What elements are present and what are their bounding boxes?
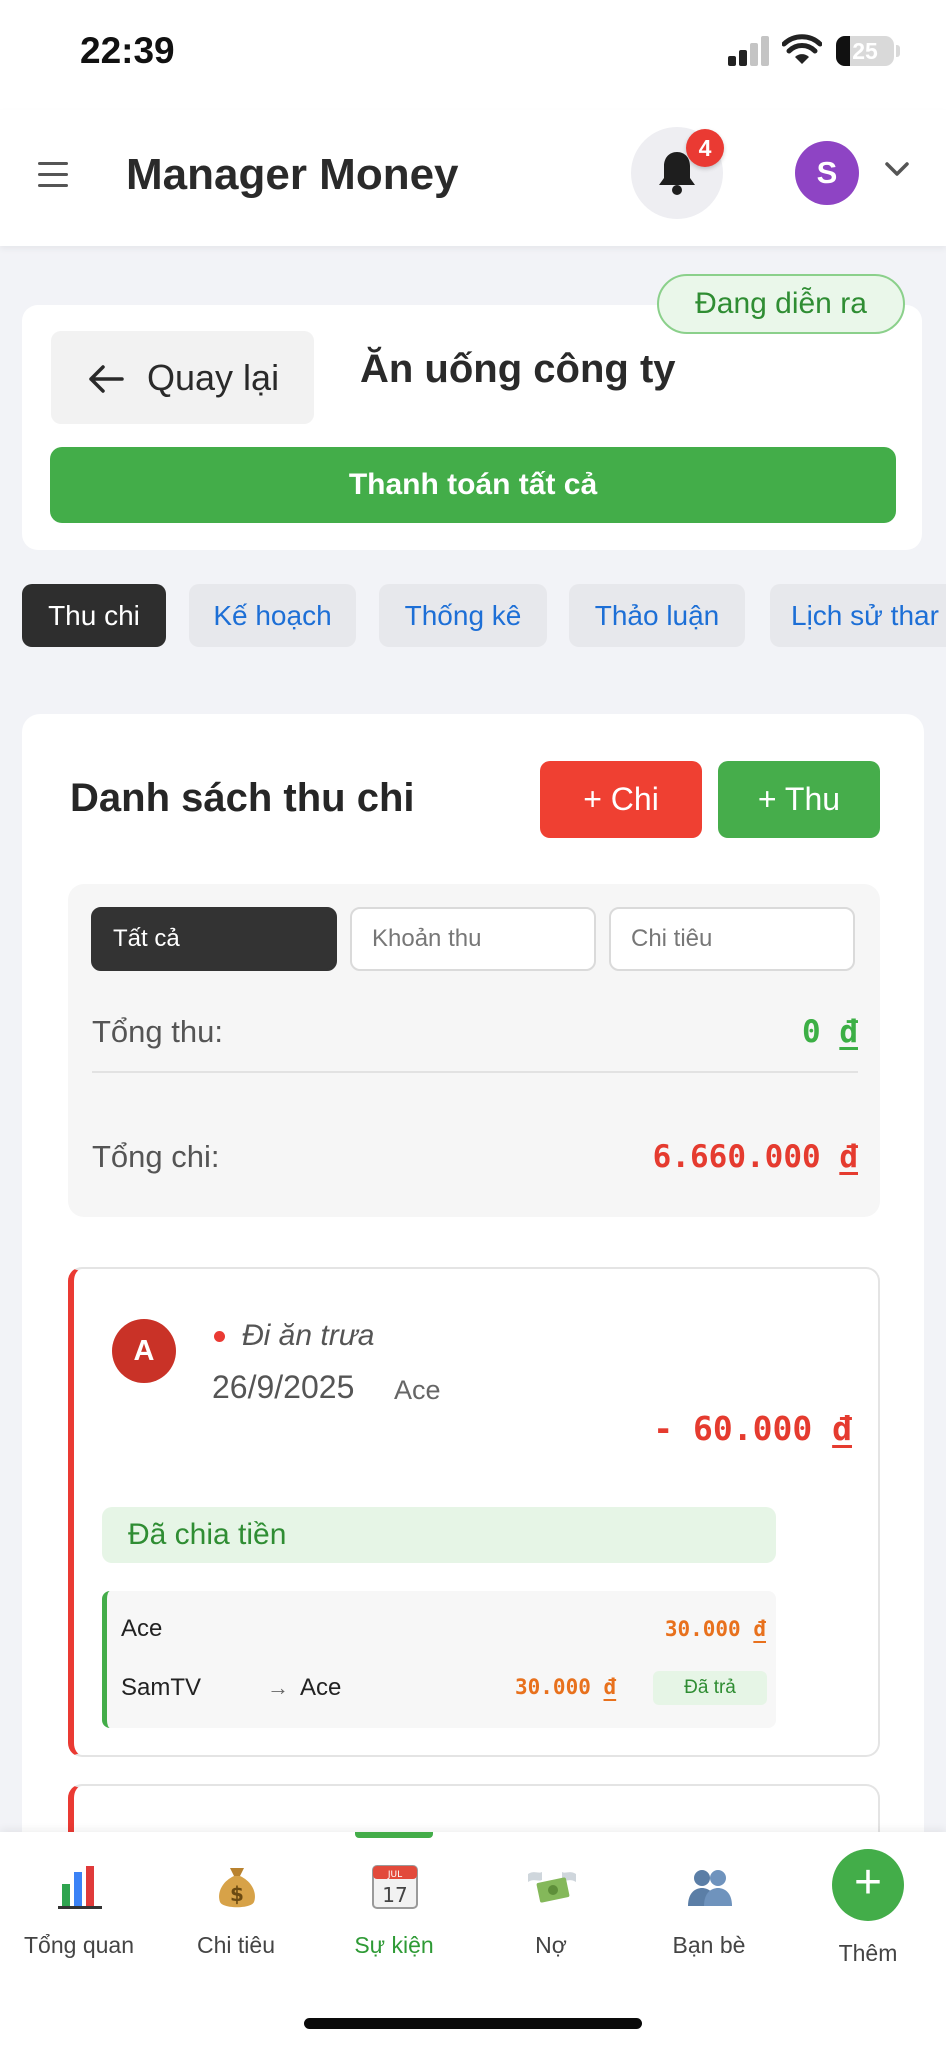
event-header-card: Quay lại Ăn uống công ty Thanh toán tất … [22,305,922,550]
nav-overview[interactable]: Tổng quan [0,1832,158,1972]
section-title: Danh sách thu chi [70,776,415,820]
tab-thao-luan[interactable]: Thảo luận [569,584,745,647]
wifi-icon [782,34,822,64]
notification-badge: 4 [686,129,724,167]
split-member-name: SamTV [121,1674,202,1701]
transaction-title: Đi ăn trưa [242,1319,375,1352]
total-expense-label: Tổng chi: [92,1139,220,1174]
transaction-amount: - 60.000 đ [653,1409,852,1448]
flying-money-icon [528,1872,576,1903]
total-expense-value: 6.660.000 đ [652,1139,858,1175]
nav-label: Chi tiêu [197,1932,275,1958]
svg-text:$: $ [230,1882,244,1906]
transaction-date: 26/9/2025 [212,1369,355,1405]
transaction-payer: Ace [394,1375,441,1405]
filter-all[interactable]: Tất cả [91,907,337,971]
payer-avatar: A [112,1319,176,1383]
arrow-left-icon [89,365,124,393]
nav-expenses[interactable]: $ Chi tiêu [157,1832,315,1972]
event-tabs: Thu chi Kế hoạch Thống kê Thảo luận Lịch… [22,584,946,647]
split-status-banner: Đã chia tiền [102,1507,776,1563]
back-button[interactable]: Quay lại [51,331,314,424]
battery-icon: 25 [836,36,894,66]
nav-friends[interactable]: Bạn bè [630,1832,788,1972]
nav-label: Bạn bè [672,1932,746,1958]
money-bag-icon: $ [219,1868,255,1908]
user-avatar[interactable]: S [795,141,859,205]
split-member-name: Ace [121,1615,163,1642]
back-label: Quay lại [147,357,280,398]
paid-badge: Đã trả [653,1671,767,1705]
divider [92,1071,858,1073]
tab-lich-su[interactable]: Lịch sử thar [770,584,946,647]
cellular-signal-icon [728,36,770,66]
nav-label: Nợ [535,1932,567,1958]
pay-all-button[interactable]: Thanh toán tất cả [50,447,896,523]
calendar-month: JUL [387,1870,402,1880]
total-income-label: Tổng thu: [92,1014,223,1049]
app-title: Manager Money [126,150,459,199]
app-header: Manager Money 4 S [0,110,946,246]
chevron-down-icon[interactable] [884,160,910,178]
arrow-right-icon: → [267,1675,289,1700]
split-member-amount: 30.000 đ [515,1675,617,1699]
calendar-icon: JUL 17 [372,1865,418,1909]
add-button[interactable]: + [832,1849,904,1921]
add-income-button[interactable]: + Thu [718,761,880,838]
tab-ke-hoach[interactable]: Kế hoạch [189,584,356,647]
bottom-navigation: Tổng quan $ Chi tiêu JUL 17 Sự kiện Nợ B… [0,1832,946,2047]
home-indicator [304,2018,642,2029]
people-icon [688,1870,732,1906]
event-title: Ăn uống công ty [360,347,676,391]
nav-label: Sự kiện [354,1932,434,1958]
event-status-badge: Đang diễn ra [657,274,905,334]
total-income-value: 0 đ [801,1014,858,1050]
add-label: Thêm [838,1940,898,1966]
bar-chart-icon [56,1862,104,1910]
filter-income[interactable]: Khoản thu [350,907,596,971]
add-expense-button[interactable]: + Chi [540,761,702,838]
filter-summary-box: Tất cả Khoản thu Chi tiêu Tổng thu: 0 đ … [68,884,880,1217]
hamburger-icon[interactable] [38,162,68,188]
battery-percent: 25 [852,38,878,64]
nav-events[interactable]: JUL 17 Sự kiện [315,1832,473,1972]
status-time: 22:39 [80,30,175,71]
calendar-day: 17 [382,1883,407,1907]
tab-thu-chi[interactable]: Thu chi [22,584,166,647]
split-recipient: Ace [300,1674,342,1701]
tab-thong-ke[interactable]: Thống kê [379,584,547,647]
split-member-amount: 30.000 đ [664,1617,766,1641]
filter-expense[interactable]: Chi tiêu [609,907,855,971]
transaction-item[interactable]: A Đi ăn trưa 26/9/2025 Ace - 60.000 đ Đã… [68,1267,880,1757]
nav-debt[interactable]: Nợ [472,1832,630,1972]
status-bar: 22:39 25 [0,0,946,110]
nav-label: Tổng quan [24,1932,134,1958]
expense-dot-icon [214,1331,225,1342]
split-details: Ace 30.000 đ SamTV → Ace 30.000 đ Đã trả [102,1591,776,1728]
